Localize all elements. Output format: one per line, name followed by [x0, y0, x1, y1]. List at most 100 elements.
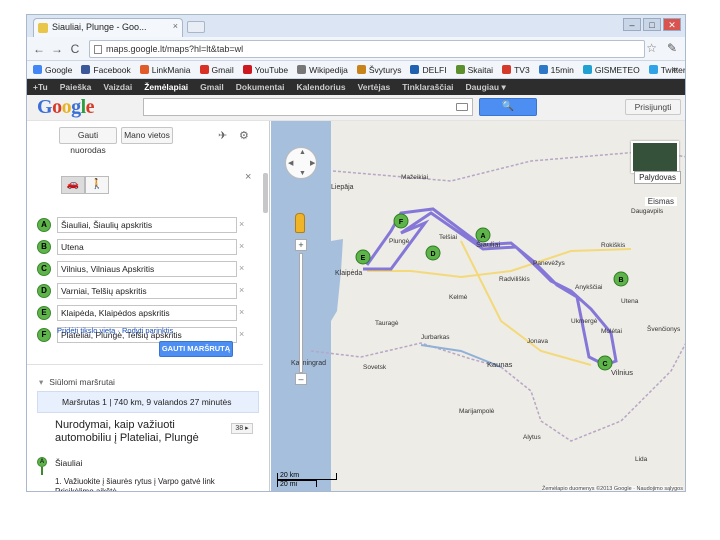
browser-tab[interactable]: Siauliai, Plunge - Goo... × — [33, 18, 183, 37]
bookmark-item[interactable]: Gmail — [199, 65, 234, 75]
remove-waypoint-icon[interactable]: × — [239, 307, 244, 317]
car-mode-button[interactable]: 🚗 — [61, 176, 85, 194]
wrench-menu-icon[interactable]: ✎ — [667, 41, 677, 55]
map-scale: 20 km 20 mi — [277, 472, 349, 488]
pan-down-icon[interactable]: ▼ — [299, 170, 306, 177]
waypoint-marker-icon[interactable]: A — [37, 218, 51, 232]
waypoint-marker-icon[interactable]: C — [37, 262, 51, 276]
bookmark-item[interactable]: TV3 — [502, 65, 530, 75]
tab-close-icon[interactable]: × — [173, 21, 178, 31]
satellite-thumbnail[interactable] — [631, 141, 679, 173]
walk-mode-button[interactable]: 🚶 — [85, 176, 109, 194]
gbar-item[interactable]: Gmail — [200, 82, 224, 92]
bookmark-item[interactable]: Skaitai — [455, 65, 493, 75]
minimize-button[interactable]: – — [623, 18, 641, 31]
gbar-item[interactable]: Paieška — [60, 82, 92, 92]
step-count-button[interactable]: 38 ▸ — [231, 423, 253, 434]
gbar-item[interactable]: Vertėjas — [358, 82, 391, 92]
maps-favicon-icon — [38, 23, 48, 33]
reload-button[interactable]: C — [67, 41, 83, 57]
bookmark-item[interactable]: GISMETEO — [582, 64, 640, 75]
my-places-button[interactable]: Mano vietos — [121, 127, 173, 144]
forward-button[interactable]: → — [49, 41, 65, 57]
keyboard-icon[interactable] — [456, 103, 468, 111]
direction-step[interactable]: 1. Važiuokite į šiaurės rytus į Varpo ga… — [55, 477, 255, 491]
bookmark-star-icon[interactable]: ☆ — [646, 41, 657, 55]
address-bar[interactable]: maps.google.lt/maps?hl=lt&tab=wl — [89, 40, 645, 58]
map-marker[interactable]: C — [597, 355, 613, 371]
back-button[interactable]: ← — [31, 41, 47, 57]
waypoint-marker-icon[interactable]: F — [37, 328, 51, 342]
remove-waypoint-icon[interactable]: × — [239, 263, 244, 273]
map-marker[interactable]: E — [355, 249, 371, 265]
map-marker[interactable]: B — [613, 271, 629, 287]
satellite-label[interactable]: Palydovas — [634, 171, 681, 184]
new-tab-button[interactable] — [187, 21, 205, 33]
bookmarks-overflow-icon[interactable]: » — [672, 64, 677, 74]
pan-right-icon[interactable]: ▶ — [310, 159, 315, 167]
settings-icon[interactable]: ⚙ — [239, 129, 249, 142]
travel-mode-toggle: 🚗 🚶 — [61, 176, 109, 194]
gbar-item[interactable]: Daugiau ▾ — [466, 82, 506, 93]
waypoint-input[interactable]: Utena — [57, 239, 237, 255]
street-view-pegman-icon[interactable] — [295, 213, 305, 233]
map-copyright[interactable]: Žemėlapio duomenys ©2013 Google · Naudoj… — [541, 486, 683, 491]
search-button[interactable]: 🔍 — [479, 98, 537, 116]
bookmark-item[interactable]: Google — [33, 65, 72, 75]
road-a2 — [460, 240, 592, 366]
bookmark-item[interactable]: YouTube — [242, 65, 288, 75]
window-close-button[interactable]: ✕ — [663, 18, 681, 31]
pan-left-icon[interactable]: ◀ — [288, 159, 293, 167]
map-canvas[interactable]: A B C D E F Liepāja Mažeikiai Šiauliai P… — [271, 121, 685, 491]
map-marker[interactable]: F — [393, 213, 409, 229]
waypoint-marker-icon[interactable]: E — [37, 306, 51, 320]
remove-waypoint-icon[interactable]: × — [239, 329, 244, 339]
route-summary[interactable]: Maršrutas 1 | 740 km, 9 valandos 27 minu… — [37, 391, 259, 413]
gbar-item[interactable]: Vaizdai — [103, 82, 132, 92]
bookmark-item[interactable]: Švyturys — [356, 65, 401, 75]
bookmark-favicon-icon — [356, 65, 366, 74]
waypoint-input[interactable]: Vilnius, Vilniaus Apskritis — [57, 261, 237, 277]
suggested-routes-header[interactable]: ▾ Siūlomi maršrutai — [39, 377, 115, 388]
waypoint-links[interactable]: Pridėti tikslo vietą · Rodyti parinktis — [57, 326, 173, 335]
remove-waypoint-icon[interactable]: × — [239, 285, 244, 295]
car-icon[interactable]: ✈ — [218, 129, 227, 142]
directions-panel: Gauti nuorodas Mano vietos ✈ ⚙ × 🚗 🚶 A Ši… — [27, 121, 270, 491]
waypoint-input[interactable]: Šiauliai, Šiaulių apskritis — [57, 217, 237, 233]
map-marker-label: F — [399, 219, 404, 226]
waypoint-marker-icon[interactable]: B — [37, 240, 51, 254]
waypoint-input[interactable]: Varniai, Telšių apskritis — [57, 283, 237, 299]
google-logo[interactable]: Google — [37, 96, 95, 119]
waypoint-marker-icon[interactable]: D — [37, 284, 51, 298]
get-route-button[interactable]: GAUTI MARŠRUTĄ — [159, 341, 233, 357]
search-input[interactable] — [143, 98, 473, 116]
maximize-button[interactable]: □ — [643, 18, 661, 31]
pan-up-icon[interactable]: ▲ — [299, 149, 306, 156]
remove-waypoint-icon[interactable]: × — [239, 241, 244, 251]
bookmark-item[interactable]: 15min — [538, 65, 574, 75]
remove-waypoint-icon[interactable]: × — [239, 219, 244, 229]
bookmark-item[interactable]: Facebook — [81, 65, 131, 75]
bookmark-item[interactable]: Twitter — [648, 65, 685, 75]
gbar-item[interactable]: Dokumentai — [236, 82, 285, 92]
traffic-button[interactable]: Eismas — [644, 197, 677, 206]
panel-close-icon[interactable]: × — [245, 171, 251, 183]
bookmark-label: GISMETEO — [594, 64, 640, 75]
place-label: Liepāja — [331, 184, 354, 191]
get-directions-button[interactable]: Gauti nuorodas — [59, 127, 117, 155]
bookmark-item[interactable]: LinkMania — [139, 65, 191, 75]
zoom-in-button[interactable]: + — [295, 239, 307, 251]
zoom-slider[interactable] — [299, 253, 303, 373]
gbar-item[interactable]: Kalendorius — [296, 82, 345, 92]
waypoint-input[interactable]: Klaipėda, Klaipėdos apskritis — [57, 305, 237, 321]
pan-control[interactable]: ▲ ▼ ◀ ▶ — [285, 147, 317, 179]
gbar-item[interactable]: Žemėlapiai — [144, 82, 188, 92]
bookmark-item[interactable]: Wikipedija — [297, 65, 348, 75]
panel-scrollbar[interactable] — [263, 173, 268, 213]
gbar-item[interactable]: Tinklaraščiai — [402, 82, 453, 92]
zoom-out-button[interactable]: – — [295, 373, 307, 385]
signin-button[interactable]: Prisijungti — [625, 99, 681, 115]
gbar-item[interactable]: +Tu — [33, 82, 48, 92]
bookmark-item[interactable]: DELFI — [410, 65, 447, 75]
map-marker[interactable]: D — [425, 245, 441, 261]
